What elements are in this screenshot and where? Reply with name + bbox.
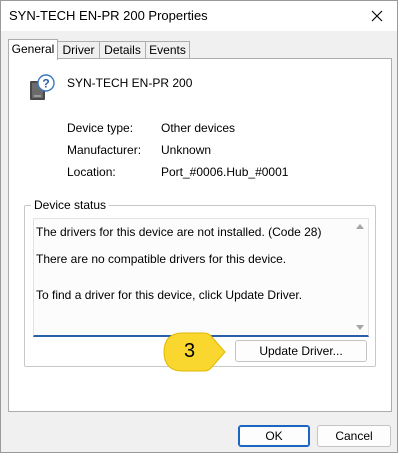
manufacturer-value: Unknown [161,143,212,157]
scroll-down-icon[interactable] [356,325,364,330]
svg-text:?: ? [42,77,49,91]
callout-number: 3 [184,340,196,362]
step-callout: 3 [162,331,226,373]
location-label: Location: [67,165,116,179]
title-bar: SYN-TECH EN-PR 200 Properties [1,1,397,31]
tab-details-label: Details [104,43,141,57]
tab-details[interactable]: Details [99,41,146,59]
device-type-value: Other devices [161,121,236,135]
status-line-instruction: To find a driver for this device, click … [36,288,303,302]
update-driver-button[interactable]: Update Driver... [235,340,367,362]
cancel-button[interactable]: Cancel [317,425,391,447]
tab-events-label: Events [149,43,186,57]
tab-driver-label: Driver [62,43,95,57]
device-status-textbox[interactable]: The drivers for this device are not inst… [33,218,369,337]
tab-general-label: General [11,42,55,56]
window-title: SYN-TECH EN-PR 200 Properties [9,8,208,23]
scroll-up-icon[interactable] [356,224,364,229]
ok-label: OK [265,429,283,443]
cancel-label: Cancel [335,429,373,443]
close-icon [371,10,383,22]
close-button[interactable] [357,1,397,31]
location-value: Port_#0006.Hub_#0001 [161,165,289,179]
ok-button[interactable]: OK [238,425,310,447]
device-name: SYN-TECH EN-PR 200 [67,76,193,90]
tab-driver[interactable]: Driver [57,41,100,59]
status-line-compat: There are no compatible drivers for this… [36,252,287,266]
status-line-code: The drivers for this device are not inst… [36,225,322,239]
status-scrollbar[interactable] [352,219,368,335]
unknown-device-icon: ? [30,74,55,100]
device-type-label: Device type: [67,121,134,135]
tab-events[interactable]: Events [145,41,190,59]
device-status-label: Device status [31,198,110,212]
tab-general[interactable]: General [8,39,58,60]
update-driver-label: Update Driver... [259,344,343,358]
properties-dialog: SYN-TECH EN-PR 200 Properties General Dr… [0,0,398,453]
manufacturer-label: Manufacturer: [67,143,142,157]
